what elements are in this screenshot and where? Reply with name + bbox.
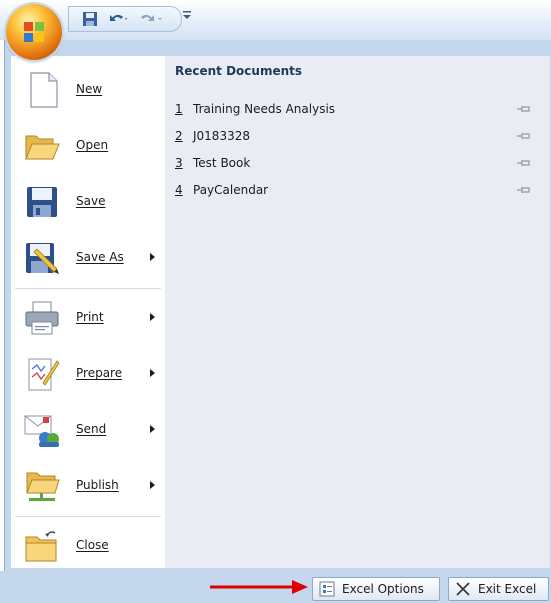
send-icon <box>24 415 59 447</box>
recent-documents-pane: Recent Documents 1 Training Needs Analys… <box>165 56 550 568</box>
menu-item-label: Send <box>76 422 107 436</box>
save-as-icon <box>26 243 59 274</box>
submenu-arrow-icon <box>150 253 155 261</box>
menu-item-save-as[interactable]: Save As <box>11 230 165 286</box>
menu-item-prepare[interactable]: Prepare <box>11 346 165 402</box>
menu-item-label: Save As <box>76 250 124 264</box>
office-menu: New Open Save Save As Print Prepare Send… <box>4 40 551 571</box>
close-icon <box>456 582 470 596</box>
new-document-icon <box>30 72 58 108</box>
menu-item-save[interactable]: Save <box>11 174 165 230</box>
exit-excel-label: Exit Excel <box>478 582 537 596</box>
menu-item-label: Prepare <box>76 366 123 380</box>
menu-item-open[interactable]: Open <box>11 118 165 174</box>
title-bar <box>0 0 551 40</box>
menu-item-print[interactable]: Print <box>11 290 165 346</box>
undo-icon[interactable] <box>107 10 129 28</box>
menu-divider <box>15 288 161 289</box>
menu-item-label: New <box>76 82 103 96</box>
printer-icon <box>25 301 59 335</box>
recent-document-item[interactable]: 2 J0183328 <box>175 123 540 150</box>
office-button[interactable] <box>6 4 62 60</box>
menu-item-new[interactable]: New <box>11 62 165 118</box>
recent-document-item[interactable]: 1 Training Needs Analysis <box>175 96 540 123</box>
recent-document-number: 3 <box>175 156 183 170</box>
menu-item-label: Open <box>76 138 109 152</box>
recent-document-name: Training Needs Analysis <box>193 102 336 116</box>
recent-document-number: 2 <box>175 129 183 143</box>
pin-icon[interactable] <box>516 184 532 196</box>
open-folder-icon <box>25 135 60 160</box>
excel-options-button[interactable]: Excel Options <box>312 577 440 601</box>
menu-item-close[interactable]: Close <box>11 518 165 574</box>
redo-icon[interactable] <box>137 10 167 28</box>
menu-item-label: Publish <box>76 478 119 492</box>
pin-icon[interactable] <box>516 103 532 115</box>
menu-item-publish[interactable]: Publish <box>11 458 165 514</box>
options-icon <box>319 581 335 597</box>
prepare-icon <box>28 358 60 391</box>
customize-dropdown-icon[interactable] <box>182 10 192 20</box>
recent-document-name: J0183328 <box>193 129 250 143</box>
save-disk-icon <box>27 187 57 217</box>
pin-icon[interactable] <box>516 130 532 142</box>
quick-access-toolbar <box>68 6 182 32</box>
recent-document-item[interactable]: 3 Test Book <box>175 150 540 177</box>
menu-commands-pane: New Open Save Save As Print Prepare Send… <box>11 56 166 568</box>
recent-document-number: 4 <box>175 183 183 197</box>
submenu-arrow-icon <box>150 425 155 433</box>
close-folder-icon <box>25 531 57 562</box>
submenu-arrow-icon <box>150 313 155 321</box>
menu-divider <box>15 516 161 517</box>
recent-documents-title: Recent Documents <box>175 64 303 78</box>
recent-document-name: PayCalendar <box>193 183 269 197</box>
annotation-arrow-icon <box>210 580 308 594</box>
exit-excel-button[interactable]: Exit Excel <box>448 577 549 601</box>
recent-document-name: Test Book <box>193 156 251 170</box>
save-icon[interactable] <box>81 10 99 28</box>
submenu-arrow-icon <box>150 481 155 489</box>
menu-item-send[interactable]: Send <box>11 402 165 458</box>
office-logo-icon <box>24 22 44 42</box>
pin-icon[interactable] <box>516 157 532 169</box>
recent-document-number: 1 <box>175 102 183 116</box>
recent-documents-list: 1 Training Needs Analysis 2 J0183328 3 T… <box>175 96 540 204</box>
submenu-arrow-icon <box>150 369 155 377</box>
menu-item-label: Save <box>76 194 106 208</box>
recent-document-item[interactable]: 4 PayCalendar <box>175 177 540 204</box>
excel-options-label: Excel Options <box>342 582 424 596</box>
menu-item-label: Close <box>76 538 109 552</box>
publish-icon <box>26 472 60 501</box>
menu-item-label: Print <box>76 310 104 324</box>
